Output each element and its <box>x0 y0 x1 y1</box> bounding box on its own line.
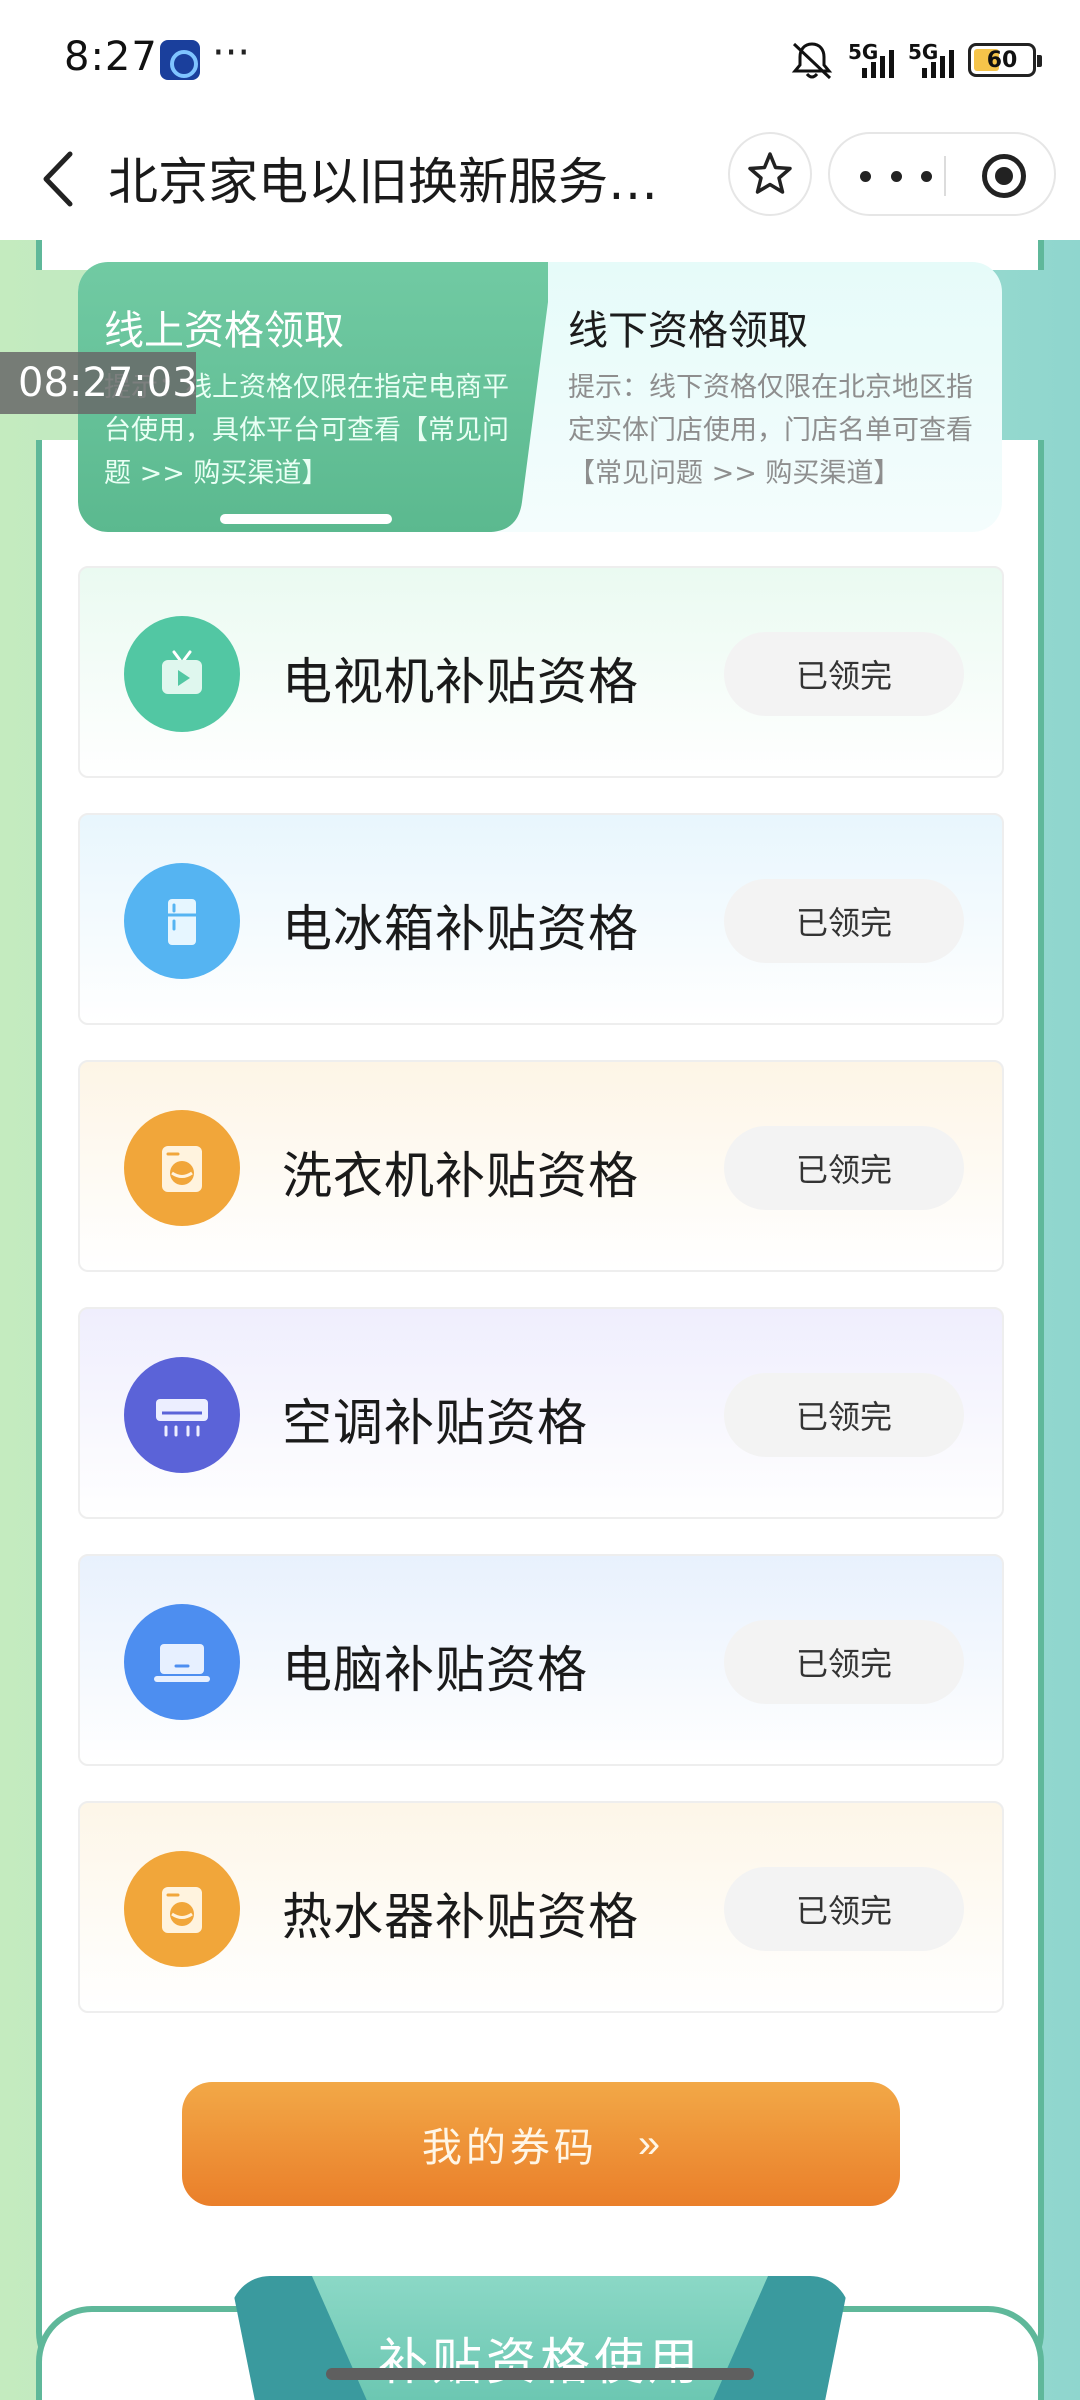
signal-bars-icon <box>862 48 894 78</box>
battery-icon: 60 <box>968 43 1042 77</box>
claim-button[interactable]: 已领完 <box>724 879 964 963</box>
claim-button[interactable]: 已领完 <box>724 1867 964 1951</box>
usage-section-header: 补贴资格使用 <box>312 2276 768 2400</box>
subsidy-card-water-heater: 热水器补贴资格 已领完 <box>78 1801 1004 2013</box>
back-icon[interactable] <box>30 146 90 212</box>
subsidy-name: 洗衣机补贴资格 <box>282 1147 639 1205</box>
subsidy-card-computer: 电脑补贴资格 已领完 <box>78 1554 1004 1766</box>
claim-button[interactable]: 已领完 <box>724 1620 964 1704</box>
mute-icon <box>790 40 834 80</box>
subsidy-name: 电冰箱补贴资格 <box>282 900 639 958</box>
subsidy-name: 电视机补贴资格 <box>282 653 639 711</box>
my-coupon-label: 我的券码 <box>421 2126 598 2170</box>
signal-bars-icon <box>922 48 954 78</box>
favorite-button[interactable] <box>728 132 812 216</box>
subsidy-card-tv: 电视机补贴资格 已领完 <box>78 566 1004 778</box>
tab-offline-hint: 提示：线下资格仅限在北京地区指定实体门店使用，门店名单可查看【常见问题 >> 购… <box>568 372 973 489</box>
tv-icon <box>124 616 240 732</box>
claim-button[interactable]: 已领完 <box>724 1126 964 1210</box>
signal-5g-1: 5G <box>848 42 894 78</box>
tab-offline-title[interactable]: 线下资格领取 <box>568 298 808 356</box>
laptop-icon <box>124 1604 240 1720</box>
more-icon[interactable] <box>860 158 932 194</box>
status-indicators: 5G 5G 60 <box>790 38 1042 82</box>
air-conditioner-icon <box>124 1357 240 1473</box>
status-bar: 8:27 ··· 5G 5G 60 <box>0 0 1080 118</box>
fridge-icon <box>124 863 240 979</box>
status-time: 8:27 <box>64 34 158 80</box>
usage-section-title: 补贴资格使用 <box>378 2333 702 2391</box>
home-indicator[interactable] <box>326 2368 754 2380</box>
washer-icon <box>124 1110 240 1226</box>
close-mini-program-icon[interactable] <box>982 154 1026 198</box>
active-tab-indicator <box>220 514 392 524</box>
mini-program-capsule <box>828 132 1056 216</box>
overlay-timestamp: 08:27:03 <box>0 352 198 414</box>
subsidy-card-fridge: 电冰箱补贴资格 已领完 <box>78 813 1004 1025</box>
more-notifications-icon: ··· <box>212 30 251 76</box>
tab-online-title: 线上资格领取 <box>104 308 344 354</box>
subsidy-name: 空调补贴资格 <box>282 1394 588 1452</box>
page-title: 北京家电以旧换新服务… <box>108 153 658 211</box>
nav-bar: 北京家电以旧换新服务… <box>0 118 1080 240</box>
double-chevron-right-icon: » <box>637 2121 661 2166</box>
signal-5g-2: 5G <box>908 42 954 78</box>
capsule-divider <box>944 156 946 196</box>
subsidy-name: 热水器补贴资格 <box>282 1888 639 1946</box>
app-notification-icon <box>160 40 200 80</box>
subsidy-card-air-conditioner: 空调补贴资格 已领完 <box>78 1307 1004 1519</box>
battery-level: 60 <box>986 47 1018 73</box>
qualification-tabs: 线上资格领取 提示：线上资格仅限在指定电商平台使用，具体平台可查看【常见问题 >… <box>78 262 1002 532</box>
water-heater-icon <box>124 1851 240 1967</box>
claim-button[interactable]: 已领完 <box>724 1373 964 1457</box>
star-icon <box>748 152 792 194</box>
subsidy-name: 电脑补贴资格 <box>282 1641 588 1699</box>
my-coupon-button[interactable]: 我的券码 » <box>182 2082 900 2206</box>
subsidy-card-washer: 洗衣机补贴资格 已领完 <box>78 1060 1004 1272</box>
claim-button[interactable]: 已领完 <box>724 632 964 716</box>
